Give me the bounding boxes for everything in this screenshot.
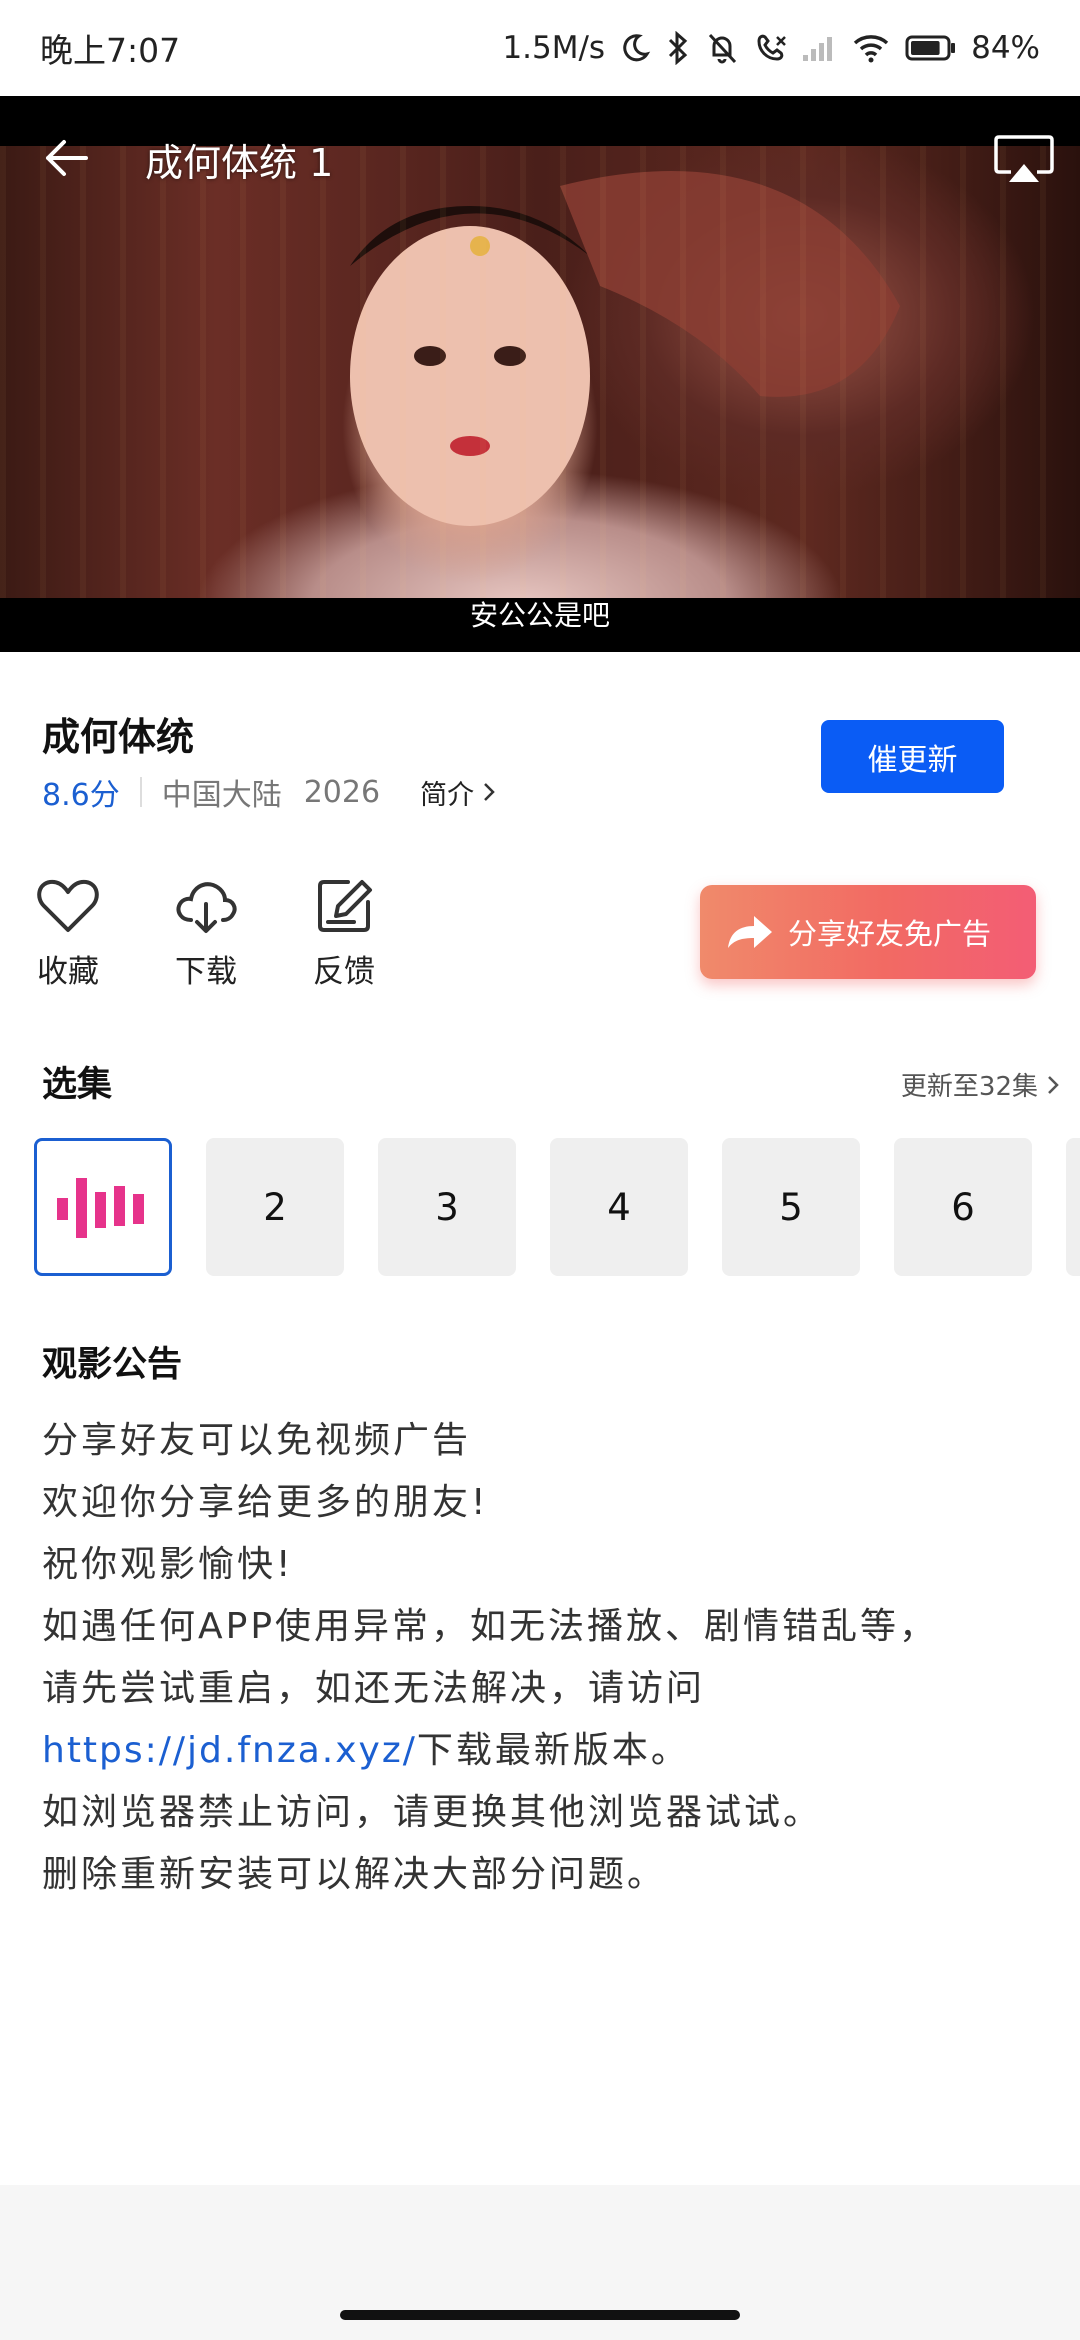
- network-speed: 1.5M/s: [502, 30, 606, 66]
- video-player[interactable]: 安公公是吧 成何体统 1: [0, 96, 1080, 652]
- notice-link-suffix: 下载最新版本。: [416, 1730, 690, 1771]
- notice-body: 分享好友可以免视频广告 欢迎你分享给更多的朋友! 祝你观影愉快! 如遇任何APP…: [42, 1410, 1052, 1906]
- call-off-icon: [757, 34, 786, 61]
- intro-link[interactable]: 简介: [420, 773, 496, 812]
- signal-icon: [803, 37, 833, 61]
- chevron-right-icon: [484, 783, 495, 801]
- notice-line: 请先尝试重启，如还无法解决，请访问: [42, 1668, 706, 1709]
- download-link[interactable]: https://jd.fnza.xyz/: [42, 1730, 417, 1771]
- feedback-button[interactable]: 反馈: [294, 876, 394, 991]
- moon-icon: [623, 34, 651, 62]
- episode-item-partial[interactable]: [1066, 1138, 1080, 1276]
- share-label: 分享好友免广告: [788, 917, 992, 951]
- share-no-ads-button[interactable]: 分享好友免广告: [700, 885, 1036, 979]
- episode-item-current[interactable]: [34, 1138, 172, 1276]
- status-time: 晚上7:07: [40, 31, 181, 70]
- episode-item[interactable]: 5: [722, 1138, 860, 1276]
- video-scene: [350, 171, 900, 526]
- notice-line: 删除重新安装可以解决大部分问题。: [42, 1854, 667, 1895]
- episode-item[interactable]: 4: [550, 1138, 688, 1276]
- status-icons: 1.5M/s 84%: [502, 30, 1040, 66]
- heart-icon: [37, 879, 99, 932]
- favorite-button[interactable]: 收藏: [18, 876, 118, 991]
- favorite-label: 收藏: [37, 954, 99, 990]
- video-frame[interactable]: 安公公是吧: [0, 146, 1080, 632]
- notice-title: 观影公告: [42, 1345, 183, 1385]
- episode-item[interactable]: 3: [378, 1138, 516, 1276]
- video-subtitle: 安公公是吧: [469, 599, 610, 632]
- download-label: 下载: [175, 954, 237, 990]
- battery-percent: 84%: [971, 30, 1040, 66]
- request-update-button[interactable]: 催更新: [821, 720, 1004, 793]
- meta-row: 8.6分 中国大陆 2026 简介: [42, 770, 496, 814]
- cast-icon[interactable]: [993, 134, 1055, 186]
- wifi-icon: [853, 35, 889, 63]
- intro-label: 简介: [420, 779, 475, 811]
- share-arrow-icon: [728, 916, 772, 948]
- chevron-right-icon: [1048, 1075, 1059, 1094]
- meta-divider: [139, 777, 142, 807]
- year: 2026: [303, 774, 381, 810]
- region: 中国大陆: [161, 778, 282, 813]
- notice-line: 欢迎你分享给更多的朋友!: [42, 1482, 489, 1523]
- playing-bars-icon: [57, 1178, 144, 1238]
- player-title: 成何体统 1: [145, 141, 334, 185]
- battery-icon: [905, 35, 956, 61]
- notice-line: 如浏览器禁止访问，请更换其他浏览器试试。: [42, 1792, 823, 1833]
- rating: 8.6分: [42, 778, 120, 813]
- episodes-title: 选集: [42, 1065, 113, 1105]
- notice-line: 祝你观影愉快!: [42, 1544, 294, 1585]
- bluetooth-icon: [669, 31, 688, 65]
- episodes-more-label: 更新至32集: [900, 1072, 1038, 1102]
- show-title: 成何体统: [42, 715, 195, 759]
- back-arrow-icon[interactable]: [40, 132, 92, 184]
- mute-bell-icon: [708, 33, 737, 64]
- home-indicator[interactable]: [340, 2310, 740, 2320]
- notice-line: 如遇任何APP使用异常，如无法播放、剧情错乱等，: [42, 1606, 939, 1647]
- download-button[interactable]: 下载: [156, 876, 256, 991]
- cloud-download-icon: [176, 882, 237, 933]
- edit-icon: [318, 880, 372, 932]
- status-bar: 晚上7:07 1.5M/s 84%: [0, 0, 1080, 96]
- feedback-label: 反馈: [313, 954, 375, 990]
- notice-line: 分享好友可以免视频广告: [42, 1420, 472, 1461]
- episodes-more-link[interactable]: 更新至32集: [901, 1066, 1060, 1103]
- notice-line-link: https://jd.fnza.xyz/下载最新版本。: [42, 1720, 1052, 1782]
- episode-item[interactable]: 6: [894, 1138, 1032, 1276]
- episode-item[interactable]: 2: [206, 1138, 344, 1276]
